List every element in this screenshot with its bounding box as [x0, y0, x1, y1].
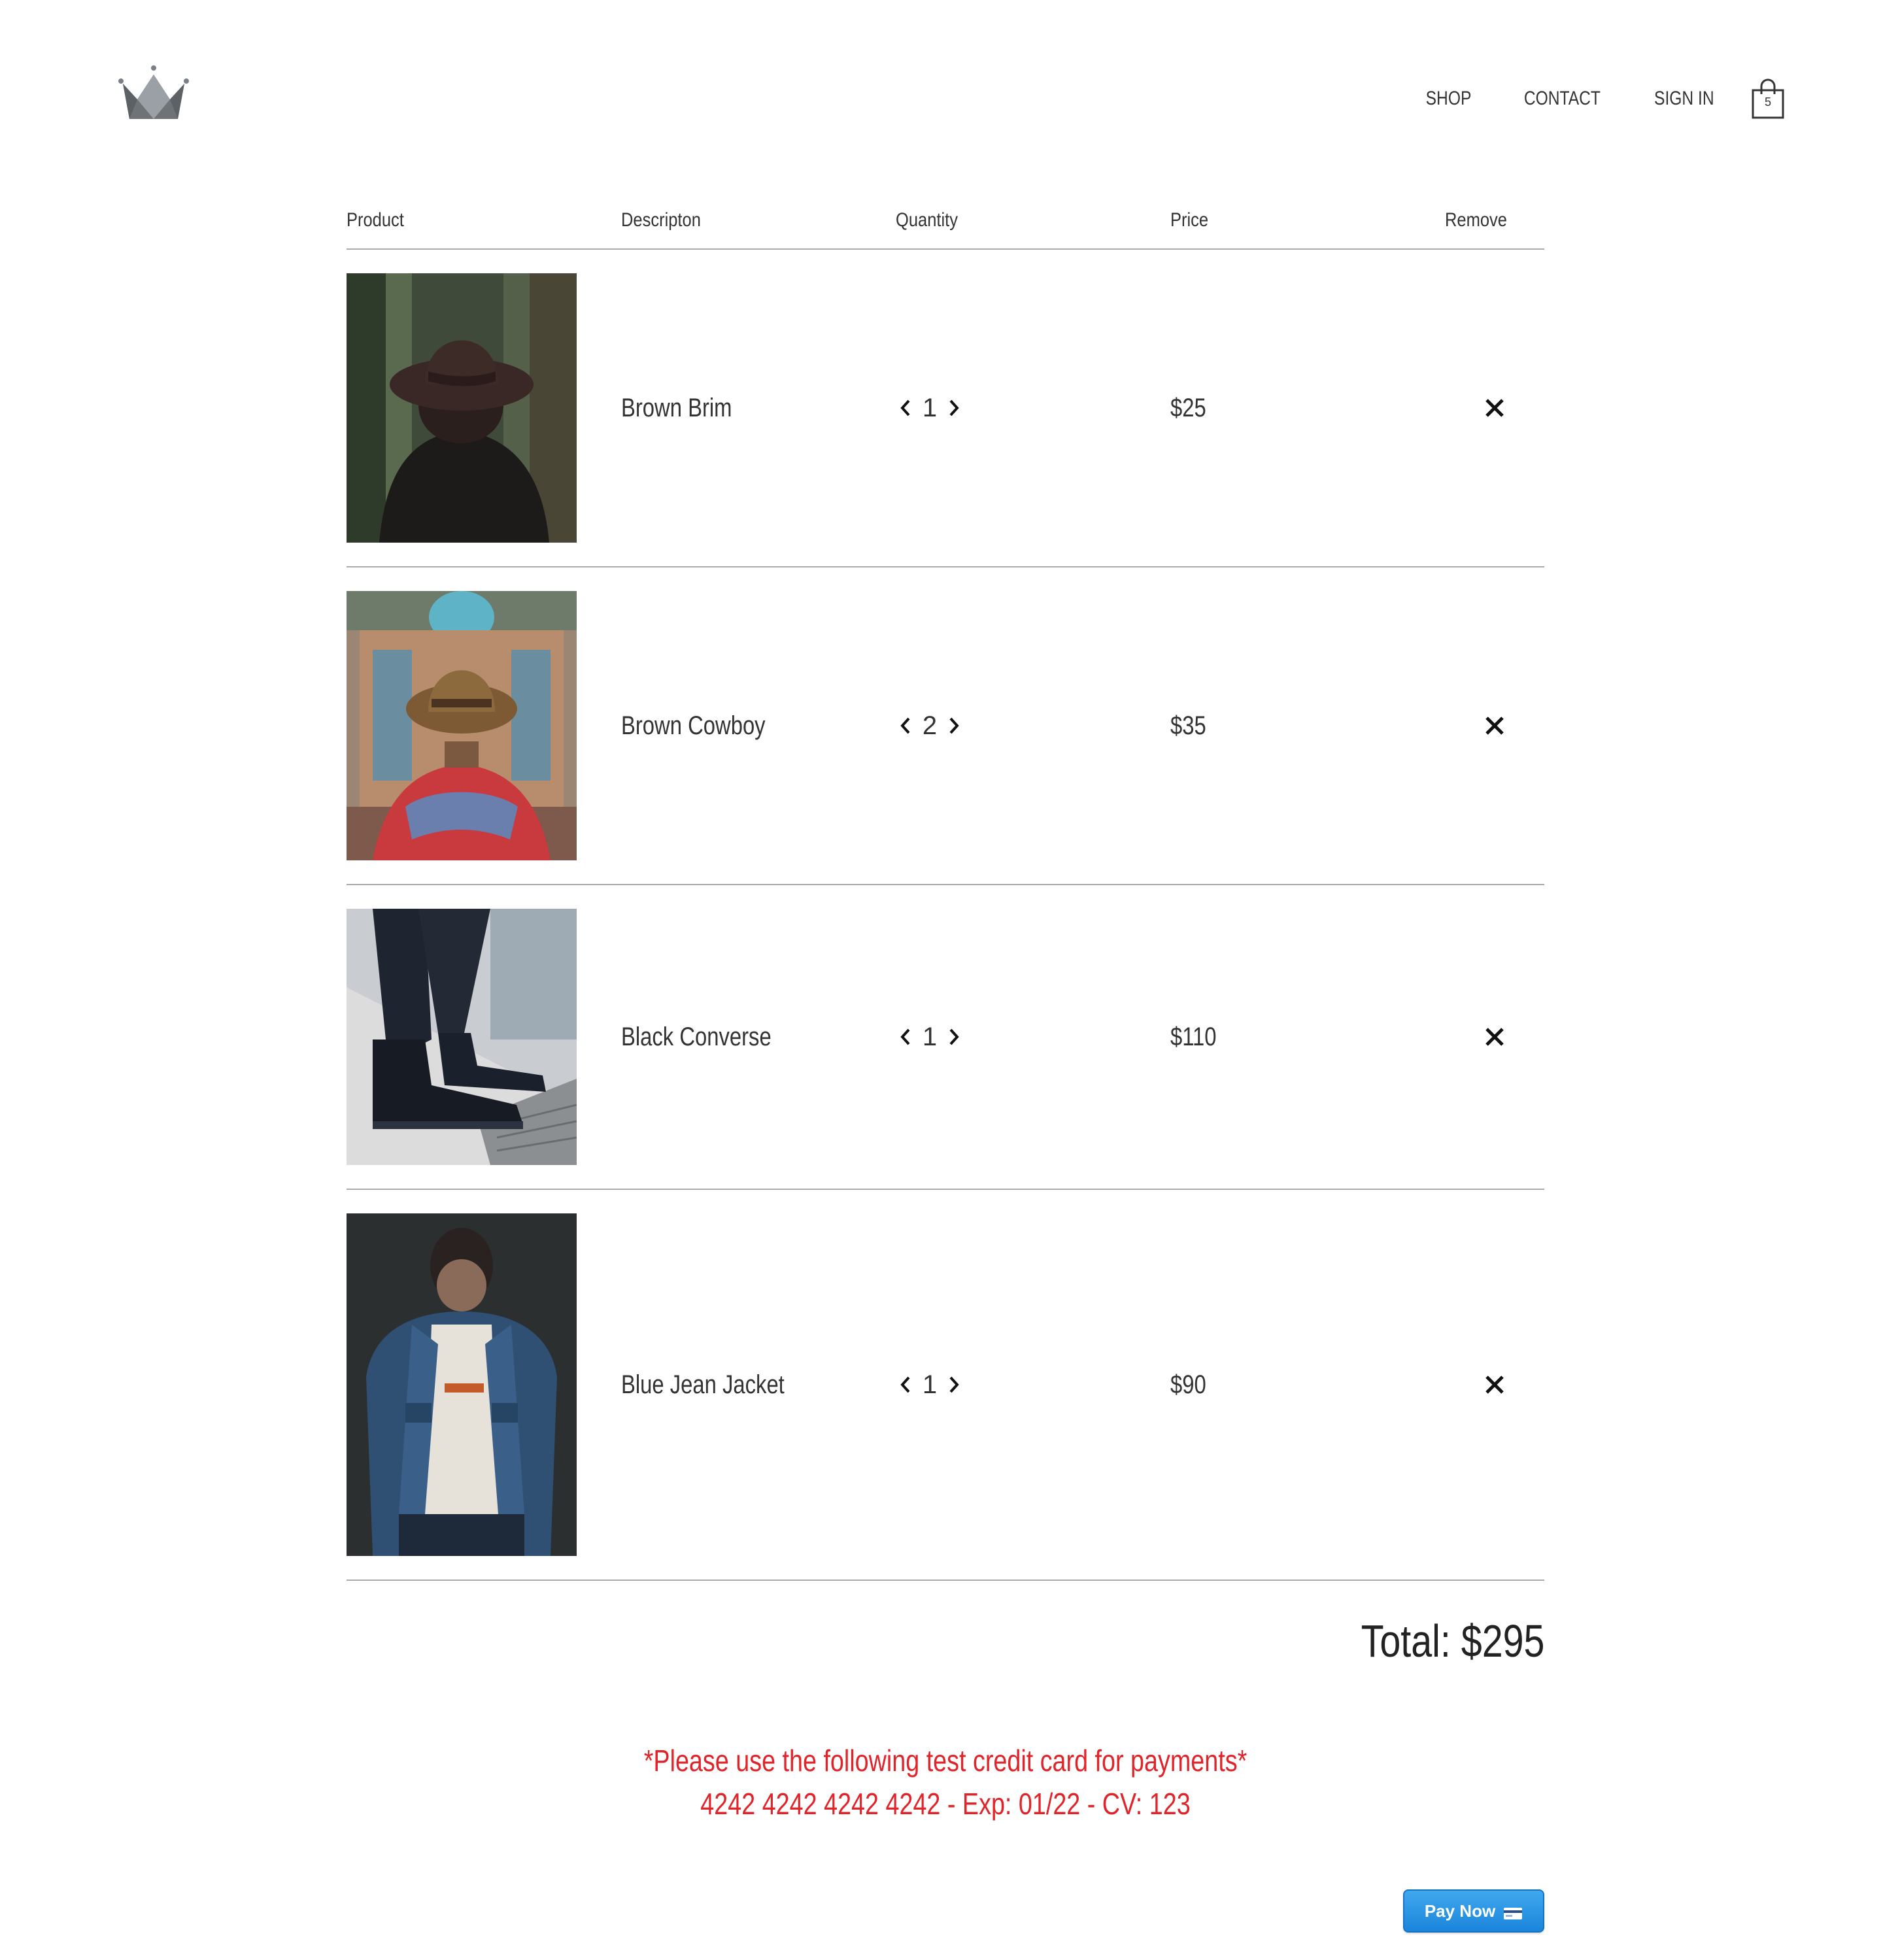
product-price: $25 — [1170, 393, 1206, 422]
cart-item-count: 5 — [1764, 95, 1771, 109]
product-name: Brown Cowboy — [621, 711, 766, 740]
checkout-page: Product Descripton Quantity Price Remove — [347, 196, 1544, 1933]
test-card-warning-line-2: 4242 4242 4242 4242 - Exp: 01/22 - CV: 1… — [700, 1787, 1191, 1821]
header-price: Price — [1170, 209, 1209, 231]
decrease-quantity-button[interactable] — [896, 1024, 915, 1050]
header-quantity: Quantity — [896, 209, 958, 231]
main-nav: SHOP CONTACT SIGN IN 5 — [1382, 78, 1785, 119]
header-remove: Remove — [1445, 209, 1507, 231]
cart-item-row: Brown Cowboy 2 $35 — [347, 567, 1544, 885]
cart-total: Total: $295 — [1361, 1615, 1544, 1666]
product-price: $35 — [1170, 711, 1206, 740]
cart-item-row: Black Converse 1 $110 — [347, 885, 1544, 1190]
test-card-warning: *Please use the following test credit ca… — [347, 1739, 1544, 1825]
quantity-value: 1 — [922, 393, 938, 422]
product-name: Blue Jean Jacket — [621, 1370, 785, 1399]
quantity-stepper: 1 — [896, 1370, 1170, 1400]
product-name: Brown Brim — [621, 393, 732, 422]
increase-quantity-button[interactable] — [944, 1372, 964, 1398]
site-header: SHOP CONTACT SIGN IN 5 — [0, 0, 1883, 157]
quantity-value: 1 — [922, 1370, 938, 1399]
remove-item-button[interactable] — [1482, 395, 1508, 421]
increase-quantity-button[interactable] — [944, 395, 964, 421]
nav-contact[interactable]: CONTACT — [1523, 88, 1600, 110]
quantity-value: 1 — [922, 1022, 938, 1051]
decrease-quantity-button[interactable] — [896, 713, 915, 739]
increase-quantity-button[interactable] — [944, 1024, 964, 1050]
remove-item-button[interactable] — [1482, 713, 1508, 739]
decrease-quantity-button[interactable] — [896, 395, 915, 421]
product-image-blue-jean-jacket — [347, 1213, 577, 1556]
nav-shop[interactable]: SHOP — [1425, 88, 1471, 110]
product-name: Black Converse — [621, 1022, 772, 1051]
pay-now-label: Pay Now — [1424, 1901, 1496, 1921]
increase-quantity-button[interactable] — [944, 713, 964, 739]
shopping-bag-icon[interactable]: 5 — [1751, 78, 1785, 119]
quantity-stepper: 2 — [896, 711, 1170, 741]
quantity-stepper: 1 — [896, 394, 1170, 423]
header-product: Product — [347, 209, 404, 231]
credit-card-icon — [1503, 1904, 1523, 1919]
nav-sign-in[interactable]: SIGN IN — [1654, 88, 1714, 110]
product-image-brown-brim — [347, 273, 577, 543]
product-price: $90 — [1170, 1370, 1206, 1399]
quantity-value: 2 — [922, 711, 938, 740]
cart-item-row: Brown Brim 1 $25 — [347, 250, 1544, 567]
pay-now-button[interactable]: Pay Now — [1403, 1889, 1544, 1933]
product-image-black-converse — [347, 909, 577, 1165]
header-description: Descripton — [621, 209, 701, 231]
checkout-table-header: Product Descripton Quantity Price Remove — [347, 196, 1544, 250]
quantity-stepper: 1 — [896, 1022, 1170, 1052]
remove-item-button[interactable] — [1482, 1024, 1508, 1050]
remove-item-button[interactable] — [1482, 1372, 1508, 1398]
cart-item-row: Blue Jean Jacket 1 $90 — [347, 1190, 1544, 1581]
product-image-brown-cowboy — [347, 591, 577, 860]
test-card-warning-line-1: *Please use the following test credit ca… — [643, 1744, 1247, 1778]
crown-icon[interactable] — [118, 65, 190, 124]
product-price: $110 — [1170, 1022, 1217, 1051]
decrease-quantity-button[interactable] — [896, 1372, 915, 1398]
